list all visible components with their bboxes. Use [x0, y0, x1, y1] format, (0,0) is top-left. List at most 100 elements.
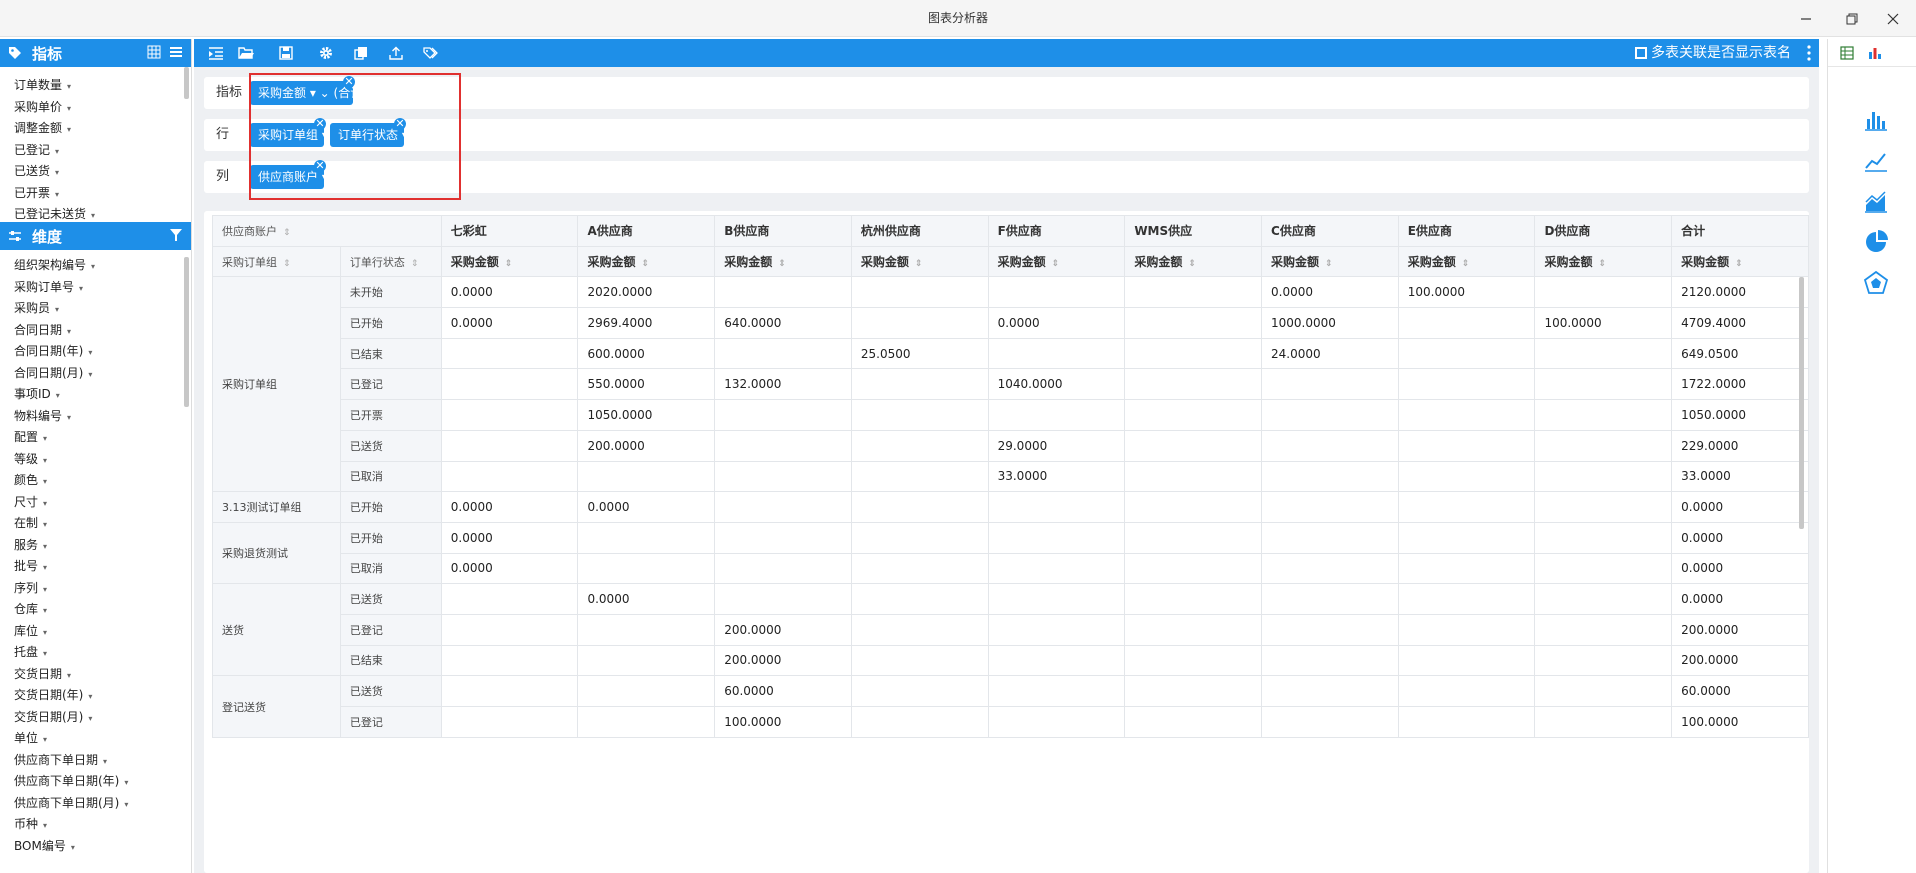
field-item[interactable]: 合同日期(年) ▾	[14, 341, 191, 363]
field-item[interactable]: 采购员 ▾	[14, 298, 191, 320]
sort-icon[interactable]: ⇕	[1325, 259, 1333, 269]
sort-icon[interactable]: ⇕	[283, 228, 291, 238]
list-view-icon[interactable]	[169, 45, 183, 59]
caret-down-icon[interactable]: ▾	[43, 735, 47, 744]
row-dimension-header[interactable]: 采购订单组 ⇕	[212, 245, 341, 278]
caret-down-icon[interactable]: ▾	[43, 520, 47, 529]
field-item[interactable]: 采购单价 ▾	[14, 97, 191, 119]
measure-header[interactable]: 采购金额 ⇕	[1671, 245, 1809, 278]
sort-icon[interactable]: ⇕	[1188, 259, 1196, 269]
save-button[interactable]	[277, 45, 295, 61]
field-item[interactable]: 颜色 ▾	[14, 470, 191, 492]
sort-icon[interactable]: ⇕	[411, 259, 419, 269]
supplier-header[interactable]: 合计	[1671, 215, 1809, 247]
field-item[interactable]: 仓库 ▾	[14, 599, 191, 621]
caret-down-icon[interactable]: ▾	[124, 800, 128, 809]
field-item[interactable]: 调整金额 ▾	[14, 118, 191, 140]
caret-down-icon[interactable]: ▾	[67, 327, 71, 336]
open-button[interactable]	[237, 45, 255, 61]
caret-down-icon[interactable]: ▾	[67, 671, 71, 680]
field-item[interactable]: 合同日期 ▾	[14, 320, 191, 342]
field-item[interactable]: 采购订单号 ▾	[14, 277, 191, 299]
show-table-name-checkbox[interactable]	[1635, 47, 1647, 59]
measure-header[interactable]: 采购金额 ⇕	[440, 245, 579, 278]
restore-button[interactable]	[1829, 0, 1875, 37]
field-item[interactable]: 物料编号 ▾	[14, 406, 191, 428]
field-item[interactable]: 订单数量 ▾	[14, 75, 191, 97]
metric-scrollbar[interactable]	[184, 67, 189, 99]
caret-down-icon[interactable]: ▾	[55, 168, 59, 177]
supplier-header[interactable]: WMS供应	[1124, 215, 1263, 247]
field-item[interactable]: 事项ID ▾	[14, 384, 191, 406]
measure-header[interactable]: 采购金额 ⇕	[577, 245, 716, 278]
measure-header[interactable]: 采购金额 ⇕	[850, 245, 989, 278]
field-item[interactable]: 批号 ▾	[14, 556, 191, 578]
caret-down-icon[interactable]: ▾	[91, 211, 95, 220]
caret-down-icon[interactable]: ▾	[55, 190, 59, 199]
caret-down-icon[interactable]: ▾	[55, 147, 59, 156]
field-item[interactable]: 库位 ▾	[14, 621, 191, 643]
area-chart-icon[interactable]	[1863, 189, 1889, 215]
measure-header[interactable]: 采购金额 ⇕	[1261, 245, 1399, 278]
caret-down-icon[interactable]: ▾	[67, 104, 71, 113]
filter-icon[interactable]	[169, 228, 183, 242]
field-item[interactable]: 交货日期(年) ▾	[14, 685, 191, 707]
caret-down-icon[interactable]: ▾	[79, 284, 83, 293]
field-item[interactable]: 合同日期(月) ▾	[14, 363, 191, 385]
pie-chart-icon[interactable]	[1863, 229, 1889, 255]
field-item[interactable]: 单位 ▾	[14, 728, 191, 750]
supplier-header[interactable]: 杭州供应商	[850, 215, 989, 247]
sort-icon[interactable]: ⇕	[1735, 259, 1743, 269]
caret-down-icon[interactable]: ▾	[43, 563, 47, 572]
field-item[interactable]: 服务 ▾	[14, 535, 191, 557]
caret-down-icon[interactable]: ▾	[88, 714, 92, 723]
field-item[interactable]: 供应商下单日期(月) ▾	[14, 793, 191, 815]
caret-down-icon[interactable]: ▾	[88, 692, 92, 701]
sort-icon[interactable]: ⇕	[778, 259, 786, 269]
more-button[interactable]	[1807, 45, 1811, 65]
field-item[interactable]: 等级 ▾	[14, 449, 191, 471]
field-item[interactable]: 组织架构编号 ▾	[14, 255, 191, 277]
table-tab-icon[interactable]	[1840, 45, 1854, 60]
sort-icon[interactable]: ⇕	[1598, 259, 1606, 269]
table-scrollbar[interactable]	[1799, 277, 1804, 529]
sort-icon[interactable]: ⇕	[915, 259, 923, 269]
show-table-name-toggle[interactable]: 多表关联是否显示表名	[1635, 39, 1791, 67]
export-button[interactable]	[387, 45, 405, 61]
field-item[interactable]: 序列 ▾	[14, 578, 191, 600]
caret-down-icon[interactable]: ▾	[43, 606, 47, 615]
minimize-button[interactable]	[1783, 0, 1829, 37]
caret-down-icon[interactable]: ▾	[103, 757, 107, 766]
tags-button[interactable]	[422, 45, 440, 61]
field-item[interactable]: BOM编号 ▾	[14, 836, 191, 858]
field-item[interactable]: 已登记 ▾	[14, 140, 191, 162]
indent-button[interactable]	[207, 45, 225, 61]
measure-header[interactable]: 采购金额 ⇕	[1397, 245, 1536, 278]
caret-down-icon[interactable]: ▾	[43, 628, 47, 637]
settings-button[interactable]	[317, 45, 335, 61]
caret-down-icon[interactable]: ▾	[56, 391, 60, 400]
measure-header[interactable]: 采购金额 ⇕	[1124, 245, 1263, 278]
line-chart-icon[interactable]	[1863, 148, 1889, 174]
supplier-header[interactable]: A供应商	[577, 215, 716, 247]
caret-down-icon[interactable]: ▾	[43, 434, 47, 443]
caret-down-icon[interactable]: ▾	[67, 82, 71, 91]
field-item[interactable]: 托盘 ▾	[14, 642, 191, 664]
grid-view-icon[interactable]	[147, 45, 161, 59]
supplier-header[interactable]: D供应商	[1534, 215, 1673, 247]
field-item[interactable]: 已开票 ▾	[14, 183, 191, 205]
sort-icon[interactable]: ⇕	[641, 259, 649, 269]
caret-down-icon[interactable]: ▾	[43, 499, 47, 508]
sort-icon[interactable]: ⇕	[1462, 259, 1470, 269]
field-item[interactable]: 交货日期(月) ▾	[14, 707, 191, 729]
caret-down-icon[interactable]: ▾	[43, 542, 47, 551]
supplier-header[interactable]: B供应商	[714, 215, 852, 247]
caret-down-icon[interactable]: ▾	[43, 477, 47, 486]
caret-down-icon[interactable]: ▾	[43, 649, 47, 658]
dimension-scrollbar[interactable]	[184, 257, 189, 407]
column-dimension-header[interactable]: 供应商账户 ⇕	[212, 215, 442, 247]
sort-icon[interactable]: ⇕	[283, 259, 291, 269]
field-item[interactable]: 交货日期 ▾	[14, 664, 191, 686]
sort-icon[interactable]: ⇕	[505, 259, 513, 269]
field-item[interactable]: 币种 ▾	[14, 814, 191, 836]
